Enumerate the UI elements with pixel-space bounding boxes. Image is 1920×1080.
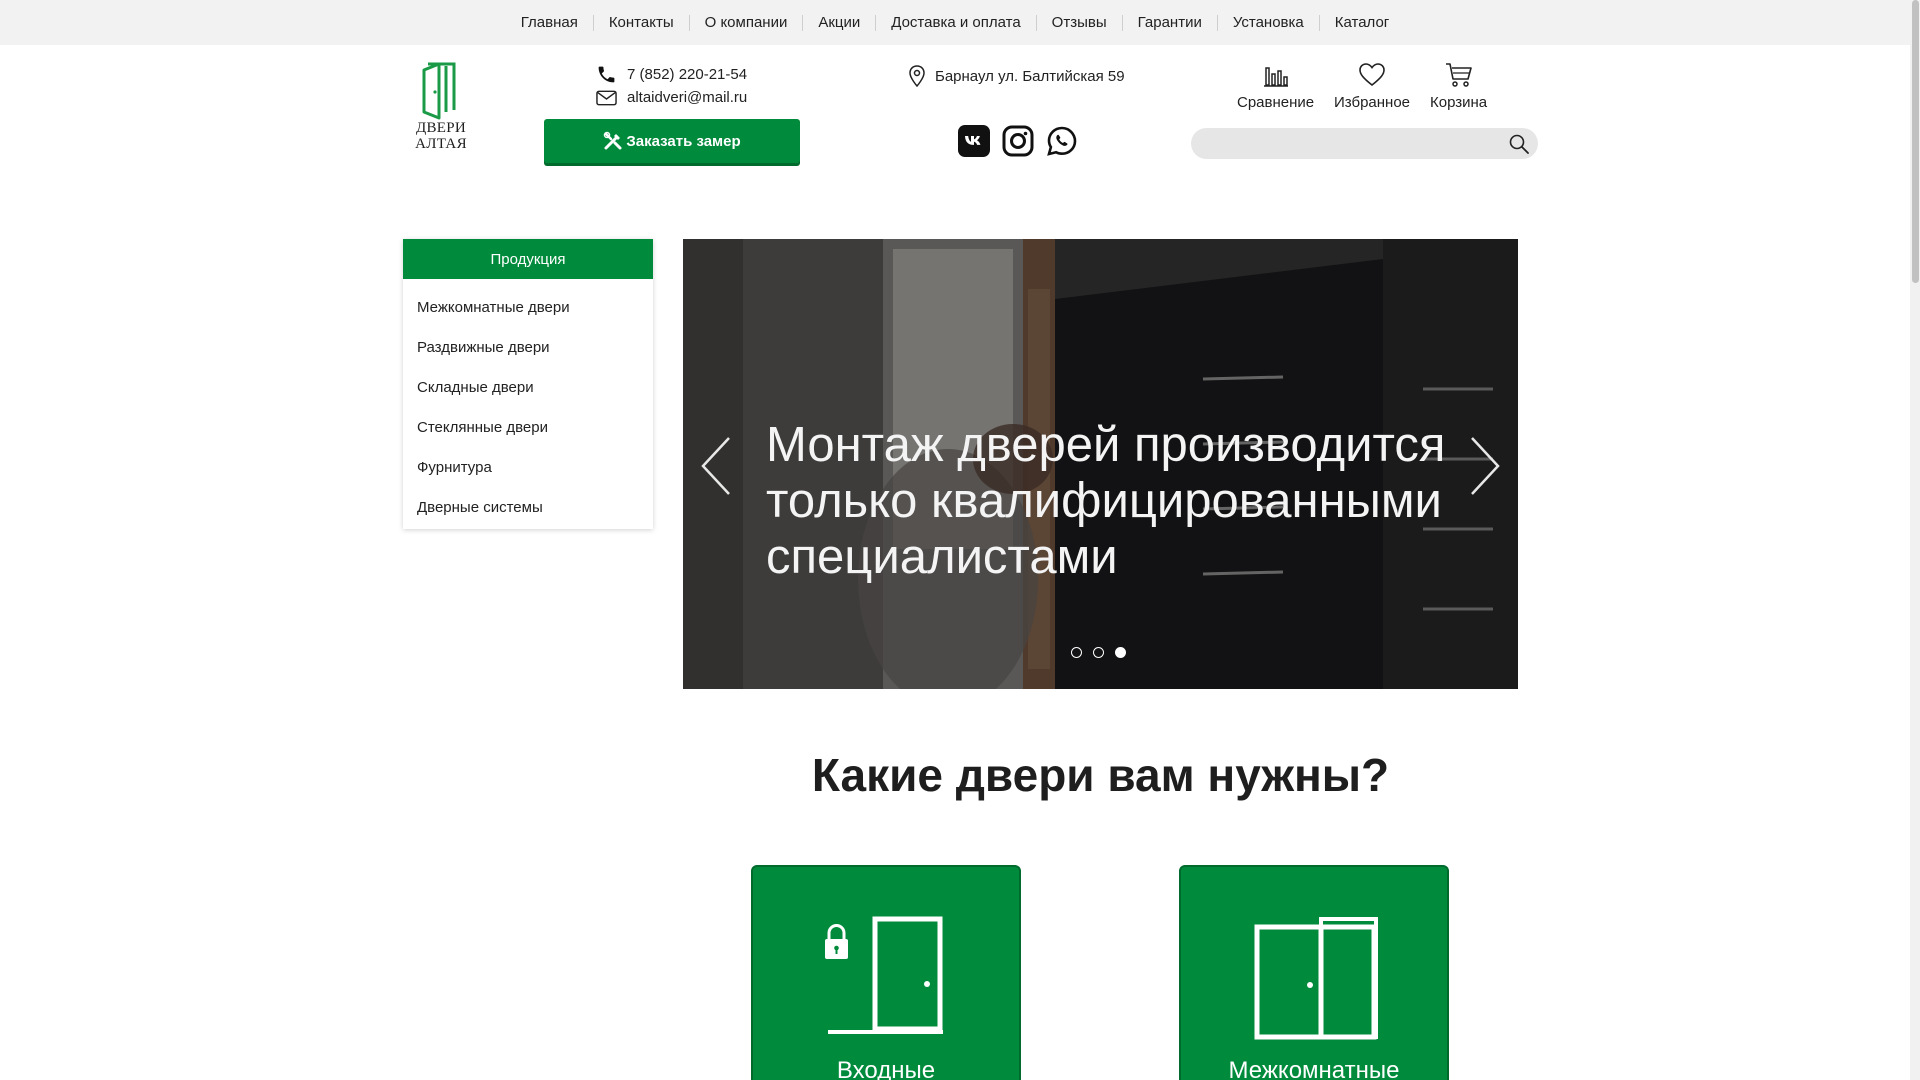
heading-bold-word: двери xyxy=(955,749,1095,801)
map-pin-icon xyxy=(909,65,925,87)
favorites-label: Избранное xyxy=(1334,94,1411,111)
slider-dot-1[interactable] xyxy=(1071,647,1082,658)
order-measurement-button[interactable]: Заказать замер xyxy=(544,119,800,163)
scrollbar-thumb[interactable] xyxy=(1912,0,1919,283)
whatsapp-icon[interactable] xyxy=(1046,125,1078,157)
nav-item-delivery[interactable]: Доставка и оплата xyxy=(875,14,1035,31)
slide-caption: Монтаж дверей производится только квалиф… xyxy=(766,418,1446,584)
shopping-cart-icon xyxy=(1445,63,1472,87)
nav-item-about[interactable]: О компании xyxy=(688,14,803,31)
product-sidebar: Продукция Межкомнатные двери Раздвижные … xyxy=(403,239,653,529)
email-address: altaidveri@mail.ru xyxy=(627,89,748,106)
cart-label: Корзина xyxy=(1430,94,1488,111)
nav-item-guarantees[interactable]: Гарантии xyxy=(1121,14,1217,31)
address-text: Барнаул ул. Балтийская 59 xyxy=(935,67,1125,85)
entrance-door-lock-icon xyxy=(825,916,943,1034)
door-logo-icon xyxy=(422,62,456,120)
phone-contact[interactable]: 7 (852) 220-21-54 xyxy=(596,64,747,85)
tools-icon xyxy=(604,131,622,150)
search-bar xyxy=(1191,128,1538,159)
slider-next-arrow-icon[interactable] xyxy=(1466,436,1502,496)
email-contact[interactable]: altaidveri@mail.ru xyxy=(596,89,747,106)
mail-icon xyxy=(596,90,617,105)
cart-link[interactable]: Корзина xyxy=(1430,62,1487,111)
social-links xyxy=(958,125,1090,157)
logo-text-line1: ДВЕРИ xyxy=(415,120,467,136)
vk-icon[interactable] xyxy=(958,125,990,157)
favorites-link[interactable]: Избранное xyxy=(1334,62,1410,111)
nav-item-catalog[interactable]: Каталог xyxy=(1318,14,1405,31)
compare-link[interactable]: Сравнение xyxy=(1237,62,1314,111)
sidebar-item-folding-doors[interactable]: Складные двери xyxy=(403,368,653,408)
sidebar-item-door-systems[interactable]: Дверные системы xyxy=(403,488,653,528)
order-measurement-label: Заказать замер xyxy=(626,132,741,150)
sidebar-list: Межкомнатные двери Раздвижные двери Скла… xyxy=(403,279,653,528)
slider-dot-2[interactable] xyxy=(1093,647,1104,658)
nav-item-reviews[interactable]: Отзывы xyxy=(1035,14,1122,31)
heading-part-1: Какие xyxy=(811,749,956,801)
door-type-heading: Какие двери вам нужны? xyxy=(683,748,1518,802)
category-card-interior-title: Межкомнатные xyxy=(1228,1057,1400,1080)
page-scrollbar[interactable] xyxy=(1910,0,1920,1080)
nav-item-installation[interactable]: Установка xyxy=(1216,14,1319,31)
sidebar-title: Продукция xyxy=(403,239,653,279)
category-card-entrance-title: Входные xyxy=(836,1057,936,1080)
search-icon[interactable] xyxy=(1508,133,1530,155)
slider-prev-arrow-icon[interactable] xyxy=(699,436,735,496)
compare-chart-icon xyxy=(1263,67,1288,87)
nav-item-contacts[interactable]: Контакты xyxy=(592,14,689,31)
compare-label: Сравнение xyxy=(1237,94,1315,111)
instagram-icon[interactable] xyxy=(1002,125,1034,157)
sidebar-item-hardware[interactable]: Фурнитура xyxy=(403,448,653,488)
sidebar-item-sliding-doors[interactable]: Раздвижные двери xyxy=(403,328,653,368)
interior-double-door-icon xyxy=(1254,917,1378,1040)
phone-number: 7 (852) 220-21-54 xyxy=(627,66,748,83)
slider-pagination xyxy=(1071,647,1137,658)
category-card-interior[interactable]: Межкомнатные xyxy=(1179,865,1449,1080)
nav-item-home[interactable]: Главная xyxy=(506,14,593,31)
top-navigation: Главная Контакты О компании Акции Достав… xyxy=(0,0,1910,45)
hero-slider: Монтаж дверей производится только квалиф… xyxy=(683,239,1518,689)
site-logo[interactable]: ДВЕРИ АЛТАЯ xyxy=(413,62,469,162)
store-address: Барнаул ул. Балтийская 59 xyxy=(908,65,1125,87)
slider-dot-3[interactable] xyxy=(1115,647,1126,658)
search-input[interactable] xyxy=(1205,128,1495,159)
category-card-entrance[interactable]: Входные xyxy=(751,865,1021,1080)
heading-part-2: вам нужны? xyxy=(1094,749,1390,801)
top-nav-list: Главная Контакты О компании Акции Достав… xyxy=(506,14,1405,31)
heart-icon xyxy=(1359,63,1385,87)
sidebar-item-interior-doors[interactable]: Межкомнатные двери xyxy=(403,288,653,328)
nav-item-promotions[interactable]: Акции xyxy=(802,14,875,31)
phone-icon xyxy=(598,66,615,83)
sidebar-item-glass-doors[interactable]: Стеклянные двери xyxy=(403,408,653,448)
logo-text-line2: АЛТАЯ xyxy=(415,136,467,152)
